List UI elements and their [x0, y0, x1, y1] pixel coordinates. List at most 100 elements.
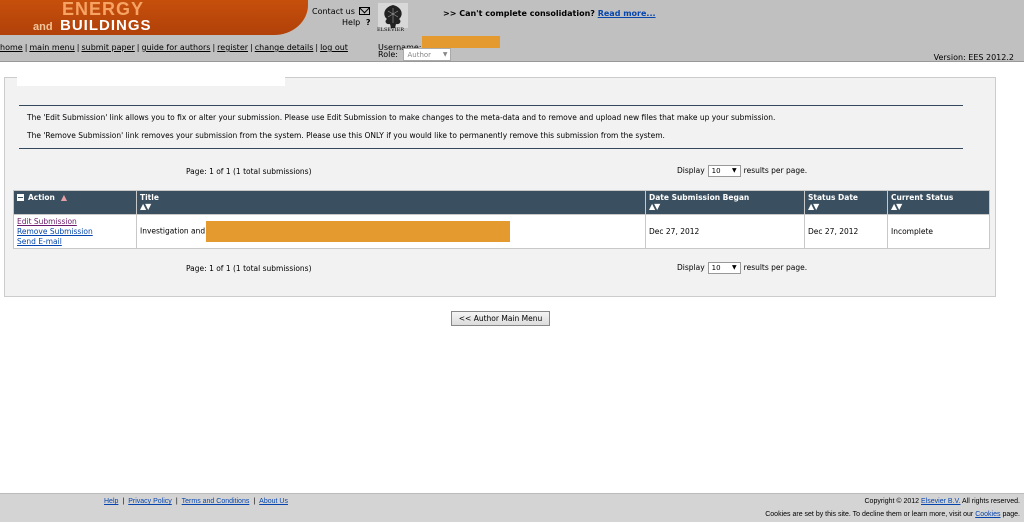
col-status-date[interactable]: Status Date ▲▼	[804, 190, 888, 215]
col-title[interactable]: Title ▲▼	[136, 190, 646, 215]
results-label: results per page.	[743, 166, 808, 175]
footer-terms-link[interactable]: Terms and Conditions	[182, 498, 250, 505]
per-page-value: 10	[711, 167, 721, 175]
submissions-panel: The 'Edit Submission' link allows you to…	[4, 77, 996, 297]
nav-register[interactable]: register	[217, 43, 248, 52]
nav-sep: |	[76, 43, 80, 52]
sort-arrows-icon[interactable]: ▲▼	[649, 203, 801, 211]
footer-privacy-link[interactable]: Privacy Policy	[128, 498, 172, 505]
top-header: ENERGY and BUILDINGS Contact us Help ? E…	[0, 0, 1024, 62]
nav-sep: |	[212, 43, 216, 52]
elsevier-label: ELSEVIER	[377, 27, 405, 33]
footer-sep: |	[253, 498, 256, 505]
role-select[interactable]: Author ▼	[403, 48, 452, 61]
pagination-top: Page: 1 of 1 (1 total submissions)	[186, 167, 312, 176]
col-action[interactable]: Action ▲	[13, 190, 137, 215]
role-value: Author	[407, 51, 432, 59]
display-per-page-top: Display 10 ▼ results per page.	[677, 165, 807, 177]
per-page-select-top[interactable]: 10 ▼	[707, 165, 741, 177]
chevron-down-icon: ▼	[732, 264, 737, 271]
col-status-date-label: Status Date	[808, 193, 859, 202]
nav-sep: |	[315, 43, 319, 52]
remove-info-text: The 'Remove Submission' link removes you…	[27, 131, 665, 140]
per-page-select-bottom[interactable]: 10 ▼	[707, 262, 741, 274]
redacted-title	[205, 221, 510, 242]
envelope-icon[interactable]	[359, 7, 371, 15]
edit-submission-link[interactable]: Edit Submission	[17, 217, 133, 227]
col-date-began[interactable]: Date Submission Began ▲▼	[645, 190, 805, 215]
current-status-cell: Incomplete	[887, 214, 990, 249]
per-page-value: 10	[711, 264, 721, 272]
page-footer: Help | Privacy Policy | Terms and Conditions…	[0, 493, 1024, 522]
footer-sep: |	[175, 498, 178, 505]
nav-sep: |	[136, 43, 140, 52]
cookies-link[interactable]: Cookies	[975, 511, 1000, 518]
nav-home[interactable]: home	[0, 43, 23, 52]
footer-sep: |	[122, 498, 125, 505]
consolidation-text: >> Can't complete consolidation?	[443, 9, 595, 18]
display-label: Display	[677, 263, 705, 272]
cookie-suffix: page.	[1002, 511, 1020, 518]
display-label: Display	[677, 166, 705, 175]
footer-links: Help | Privacy Policy | Terms and Conditions…	[104, 498, 288, 505]
copyright-suffix: All rights reserved.	[962, 498, 1020, 505]
question-icon[interactable]: ?	[366, 18, 371, 27]
results-label: results per page.	[743, 263, 808, 272]
edit-info-text: The 'Edit Submission' link allows you to…	[27, 113, 776, 122]
panel-title-bar	[17, 77, 285, 86]
nav-change-details[interactable]: change details	[255, 43, 314, 52]
chevron-down-icon: ▼	[442, 51, 448, 58]
read-more-link[interactable]: Read more...	[598, 9, 656, 18]
redacted-username	[422, 36, 501, 48]
remove-submission-link[interactable]: Remove Submission	[17, 227, 133, 237]
nav-sep: |	[250, 43, 253, 52]
author-main-menu-button[interactable]: << Author Main Menu	[451, 311, 550, 326]
cookie-prefix: Cookies are set by this site. To decline…	[765, 511, 974, 518]
col-title-label: Title	[140, 193, 159, 202]
table-header-row: Action ▲ Title ▲▼ Date Submission Began ▲…	[13, 190, 990, 215]
nav-submit-paper[interactable]: submit paper	[81, 43, 134, 52]
date-began-cell: Dec 27, 2012	[645, 214, 805, 249]
send-email-link[interactable]: Send E-mail	[17, 237, 133, 247]
col-current-status[interactable]: Current Status ▲▼	[887, 190, 990, 215]
nav-main-menu[interactable]: main menu	[29, 43, 74, 52]
elsevier-link[interactable]: Elsevier B.V.	[921, 498, 960, 505]
nav-sep: |	[24, 43, 28, 52]
col-current-status-label: Current Status	[891, 193, 954, 202]
submission-title: Investigation and	[140, 226, 206, 236]
version-label: Version: EES 2012.2	[933, 53, 1014, 62]
col-date-began-label: Date Submission Began	[649, 193, 750, 202]
logo-buildings: BUILDINGS	[60, 17, 152, 34]
divider-bottom	[19, 148, 963, 149]
consolidation-notice: >> Can't complete consolidation? Read mo…	[443, 9, 656, 18]
sort-arrows-icon[interactable]: ▲▼	[140, 203, 642, 211]
pagination-bottom: Page: 1 of 1 (1 total submissions)	[186, 264, 312, 273]
contact-us-link[interactable]: Contact us	[312, 7, 355, 16]
chevron-down-icon: ▼	[732, 167, 737, 174]
role-row: Role: Author ▼	[378, 48, 452, 61]
display-per-page-bottom: Display 10 ▼ results per page.	[677, 262, 807, 274]
sort-up-icon[interactable]: ▲	[61, 193, 67, 202]
divider-top	[19, 105, 963, 106]
action-cell: Edit Submission Remove Submission Send E…	[13, 214, 137, 249]
main-nav: home | main menu | submit paper | guide for au…	[0, 43, 348, 52]
nav-guide-for-authors[interactable]: guide for authors	[141, 43, 210, 52]
table-row: Edit Submission Remove Submission Send E…	[13, 214, 990, 249]
copyright-prefix: Copyright © 2012	[864, 498, 920, 505]
sort-arrows-icon[interactable]: ▲▼	[891, 203, 986, 211]
journal-logo[interactable]: ENERGY and BUILDINGS	[0, 0, 308, 35]
title-cell: Investigation and	[136, 214, 646, 249]
role-label: Role:	[378, 50, 398, 59]
nav-log-out[interactable]: log out	[320, 43, 348, 52]
status-date-cell: Dec 27, 2012	[804, 214, 888, 249]
copyright-text: Copyright © 2012 Elsevier B.V. All right…	[865, 498, 1021, 505]
logo-and: and	[33, 21, 53, 33]
submissions-table: Action ▲ Title ▲▼ Date Submission Began ▲…	[13, 190, 990, 249]
cookie-notice: Cookies are set by this site. To decline…	[765, 511, 1020, 518]
sort-arrows-icon[interactable]: ▲▼	[808, 203, 884, 211]
help-link[interactable]: Help	[342, 18, 360, 27]
footer-about-link[interactable]: About Us	[259, 498, 288, 505]
collapse-icon[interactable]	[17, 194, 24, 201]
contact-help-block: Contact us Help ?	[312, 6, 371, 28]
footer-help-link[interactable]: Help	[104, 498, 118, 505]
